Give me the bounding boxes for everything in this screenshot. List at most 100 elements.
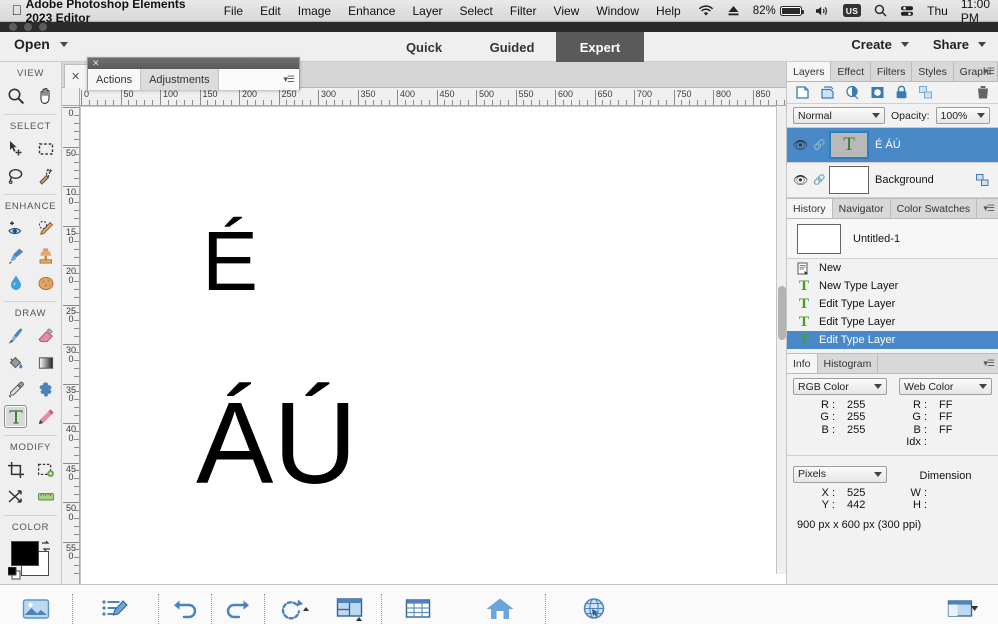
- history-state-edit-type-layer-2[interactable]: T Edit Type Layer: [787, 313, 998, 331]
- window-close-button[interactable]: [9, 23, 17, 31]
- foreground-color-swatch[interactable]: [10, 541, 39, 566]
- layer-name[interactable]: Background: [875, 174, 934, 186]
- image-canvas[interactable]: É ÁÚ: [81, 107, 786, 584]
- layer-thumbnail[interactable]: [829, 166, 869, 194]
- layer-name[interactable]: É ÁÚ: [875, 139, 901, 151]
- tab-histogram[interactable]: Histogram: [818, 354, 879, 373]
- tab-layers[interactable]: Layers: [787, 62, 832, 81]
- canvas-text-line-2[interactable]: ÁÚ: [196, 385, 357, 501]
- taskbar-redo[interactable]: Redo: [212, 585, 264, 624]
- rectangular-marquee-tool[interactable]: [34, 137, 57, 160]
- layer-row-background[interactable]: 👁 🔗 Background: [787, 163, 998, 198]
- tab-actions[interactable]: Actions: [88, 69, 142, 90]
- panel-menu-icon[interactable]: ▾☰: [983, 203, 995, 214]
- eraser-tool[interactable]: [34, 324, 57, 347]
- tab-expert[interactable]: Expert: [556, 32, 644, 62]
- open-button[interactable]: Open: [14, 36, 68, 52]
- red-eye-removal-tool[interactable]: [4, 217, 27, 240]
- menu-layer[interactable]: Layer: [412, 4, 442, 18]
- tab-history[interactable]: History: [787, 199, 833, 218]
- history-state-new-type-layer[interactable]: T New Type Layer: [787, 277, 998, 295]
- window-maximize-button[interactable]: [39, 23, 47, 31]
- tab-quick[interactable]: Quick: [380, 32, 468, 62]
- taskbar-layout[interactable]: Layout: [323, 585, 381, 624]
- units-select[interactable]: Pixels: [793, 465, 887, 483]
- panel-menu-icon[interactable]: ▾☰: [983, 358, 995, 369]
- panel-menu-icon[interactable]: ▾☰: [283, 74, 295, 85]
- eject-icon[interactable]: [727, 5, 740, 17]
- create-button[interactable]: Create: [851, 37, 909, 52]
- spot-healing-brush-tool[interactable]: [34, 217, 57, 240]
- spotlight-search-icon[interactable]: [874, 4, 887, 17]
- link-layers-icon[interactable]: [918, 85, 933, 100]
- eye-icon[interactable]: 👁: [793, 138, 808, 152]
- taskbar-elements-web[interactable]: Elements Web: [546, 585, 641, 624]
- brush-tool[interactable]: [4, 324, 27, 347]
- menubar-clock[interactable]: 11:00 PM: [961, 0, 990, 25]
- layer-mask-icon[interactable]: [870, 85, 885, 100]
- scrollbar-thumb[interactable]: [778, 286, 786, 340]
- share-button[interactable]: Share: [933, 37, 986, 52]
- menu-filter[interactable]: Filter: [510, 4, 537, 18]
- recompose-tool[interactable]: [34, 458, 57, 481]
- tab-effects[interactable]: Effect: [831, 62, 871, 81]
- menu-view[interactable]: View: [554, 4, 580, 18]
- content-aware-move-tool[interactable]: [4, 485, 27, 508]
- eye-icon[interactable]: 👁: [793, 173, 808, 187]
- straighten-tool[interactable]: [34, 485, 57, 508]
- tab-info[interactable]: Info: [787, 354, 818, 373]
- new-layer-icon[interactable]: [795, 85, 810, 100]
- apple-logo-icon[interactable]: : [8, 3, 26, 19]
- tab-navigator[interactable]: Navigator: [833, 199, 891, 218]
- menu-enhance[interactable]: Enhance: [348, 4, 395, 18]
- close-icon[interactable]: ✕: [71, 70, 80, 83]
- ruler-origin-corner[interactable]: [62, 88, 80, 106]
- floating-panel-titlebar[interactable]: ✕: [88, 58, 299, 69]
- canvas-vertical-scrollbar[interactable]: [776, 106, 786, 574]
- hand-tool[interactable]: [34, 84, 57, 107]
- adjustment-layer-icon[interactable]: [845, 85, 860, 100]
- blur-tool[interactable]: [4, 271, 27, 294]
- vertical-ruler[interactable]: 0 50 100 150 200 250 300 350 400 450 500 550: [62, 106, 80, 584]
- color-picker-tool[interactable]: [4, 378, 27, 401]
- close-icon[interactable]: ✕: [92, 58, 100, 69]
- taskbar-photo-bin[interactable]: Photo Bin: [0, 585, 72, 624]
- taskbar-rotate[interactable]: Rotate: [265, 585, 323, 624]
- gradient-tool[interactable]: [34, 351, 57, 374]
- type-tool[interactable]: [4, 405, 27, 428]
- taskbar-tool-options[interactable]: Tool Options: [73, 585, 158, 624]
- wifi-icon[interactable]: [698, 4, 714, 17]
- canvas-viewport[interactable]: É ÁÚ: [81, 107, 786, 584]
- tab-filters[interactable]: Filters: [871, 62, 913, 81]
- lasso-tool[interactable]: [4, 164, 27, 187]
- new-layer-from-copy-icon[interactable]: [820, 85, 835, 100]
- history-state-edit-type-layer-1[interactable]: T Edit Type Layer: [787, 295, 998, 313]
- menubar-day[interactable]: Thu: [927, 4, 948, 18]
- swap-colors-icon[interactable]: [40, 540, 52, 552]
- volume-icon[interactable]: [815, 5, 830, 17]
- tab-styles[interactable]: Styles: [912, 62, 954, 81]
- canvas-text-line-1[interactable]: É: [202, 219, 258, 303]
- opacity-input[interactable]: 100%: [935, 107, 990, 124]
- keyboard-layout-indicator[interactable]: US: [842, 4, 862, 17]
- link-icon[interactable]: 🔗: [813, 175, 825, 186]
- panel-menu-icon[interactable]: ▾☰: [983, 66, 995, 77]
- blend-mode-select[interactable]: Normal: [793, 107, 885, 124]
- delete-layer-icon[interactable]: [976, 85, 990, 100]
- web-color-mode-select[interactable]: Web Color: [899, 378, 992, 395]
- rgb-color-mode-select[interactable]: RGB Color: [793, 378, 887, 395]
- menu-help[interactable]: Help: [656, 4, 681, 18]
- quick-selection-tool[interactable]: [34, 164, 57, 187]
- taskbar-organizer[interactable]: Organizer: [382, 585, 454, 624]
- pencil-tool[interactable]: [34, 405, 57, 428]
- taskbar-undo[interactable]: Undo: [159, 585, 211, 624]
- chevron-down-icon[interactable]: [978, 42, 986, 47]
- tab-guided[interactable]: Guided: [468, 32, 556, 62]
- taskbar-more[interactable]: More: [934, 585, 998, 624]
- default-colors-icon[interactable]: [7, 567, 21, 580]
- tab-color-swatches[interactable]: Color Swatches: [891, 199, 978, 218]
- tab-adjustments[interactable]: Adjustments: [141, 69, 219, 90]
- history-source-state[interactable]: Untitled-1: [787, 219, 998, 259]
- sponge-tool[interactable]: [34, 271, 57, 294]
- chevron-down-icon[interactable]: [59, 41, 68, 47]
